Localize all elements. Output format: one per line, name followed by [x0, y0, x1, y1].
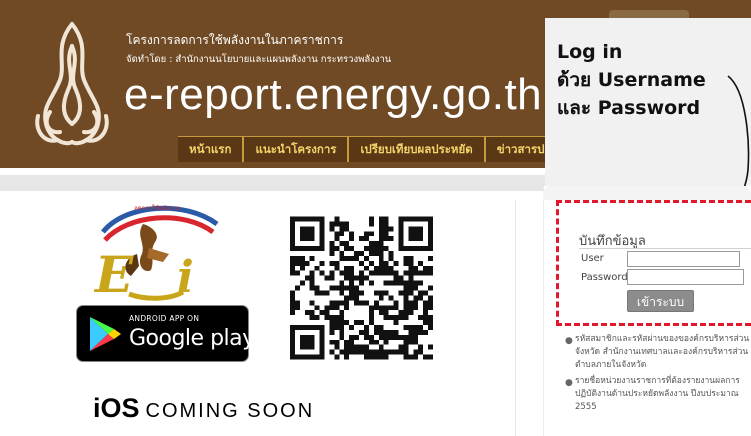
- google-play-logo-icon: [90, 317, 121, 351]
- nav-item-news[interactable]: ข่าวสารประ: [486, 137, 545, 162]
- note-bullet-icon: ●: [565, 378, 573, 388]
- username-input[interactable]: [627, 251, 740, 267]
- callout-line-1: Log in: [557, 41, 623, 63]
- password-input[interactable]: [627, 269, 744, 285]
- header-title-line: โครงการลดการใช้พลังงานในภาคราชการ: [126, 33, 344, 47]
- google-play-main-text: Google play: [129, 326, 255, 351]
- eui-logo-text: E: [93, 245, 134, 304]
- note-bullet-icon: ●: [565, 336, 573, 346]
- user-label: User: [581, 253, 604, 264]
- site-header: โครงการลดการใช้พลังงานในภาคราชการ จัดทำโ…: [0, 0, 545, 168]
- nav-item-home[interactable]: หน้าแรก: [178, 137, 245, 162]
- login-form-divider: [579, 248, 751, 249]
- site-name: e-report.energy.go.th: [124, 70, 543, 119]
- main-nav: หน้าแรก แนะนำโครงการ เปรียบเทียบผลประหยั…: [178, 136, 545, 162]
- ios-label: iOS: [93, 393, 140, 423]
- note-item-1[interactable]: รหัสสมาชิกและรหัสผ่านของของค์กรบริหารส่ว…: [575, 333, 750, 372]
- login-button[interactable]: เข้าระบบ: [627, 290, 694, 312]
- qr-code-icon[interactable]: [290, 213, 433, 363]
- note-item-2[interactable]: รายชื่อหน่วยงานราชการที่ต้องรายงานผลการป…: [575, 375, 750, 414]
- ministry-flame-logo-icon: [35, 22, 109, 146]
- ios-coming-soon: iOS COMING SOON: [93, 393, 314, 424]
- nav-item-intro[interactable]: แนะนำโครงการ: [244, 137, 350, 162]
- nav-item-compare[interactable]: เปรียบเทียบผลประหยัด: [349, 137, 486, 162]
- ios-coming-label: COMING SOON: [145, 400, 315, 422]
- screenshot-root: โครงการลดการใช้พลังงานในภาคราชการ จัดทำโ…: [0, 0, 751, 436]
- password-label: Password: [581, 272, 628, 283]
- login-panel-top: [543, 186, 751, 200]
- google-play-top-text: ANDROID APP ON: [129, 314, 200, 323]
- header-divider-bar: [0, 175, 545, 191]
- svg-text:ลดการใช้พลังงาน: ลดการใช้พลังงาน: [134, 204, 180, 212]
- eui-app-logo-icon: ลดการใช้พลังงาน E i: [93, 204, 219, 304]
- google-play-badge[interactable]: ANDROID APP ON Google play: [76, 305, 255, 362]
- right-header-strip: [545, 0, 751, 18]
- column-divider: [515, 200, 516, 436]
- header-subtitle-line: จัดทำโดย : สำนักงานนโยบายและแผนพลังงาน ก…: [126, 54, 392, 65]
